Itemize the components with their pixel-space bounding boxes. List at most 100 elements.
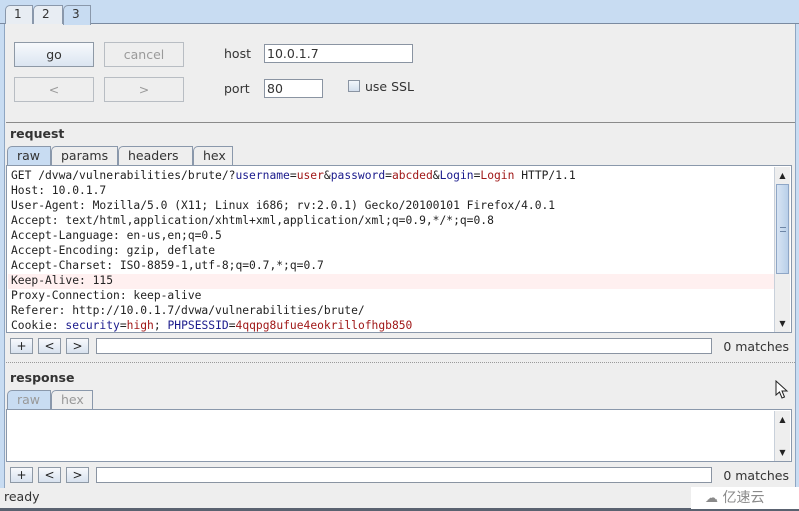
request-line: Accept: text/html,application/xhtml+xml,… — [11, 213, 576, 228]
watermark: ☁ 亿速云 — [691, 487, 799, 509]
request-search-add-button[interactable]: + — [10, 338, 33, 354]
response-search-add-button[interactable]: + — [10, 467, 33, 483]
request-heading: request — [10, 126, 65, 141]
window-tab-1[interactable]: 1 — [5, 5, 33, 24]
window-tab-2[interactable]: 2 — [33, 5, 63, 24]
line-text: Keep-Alive: 115 — [11, 274, 114, 287]
scroll-down-arrow-icon[interactable]: ▼ — [775, 446, 790, 460]
response-tab-raw[interactable]: raw — [7, 390, 51, 409]
param-name: PHPSESSID — [167, 319, 229, 332]
request-scrollbar[interactable]: ▲ ▼ — [774, 167, 790, 332]
line-text: = — [119, 319, 127, 332]
line-text: Proxy-Connection: keep-alive — [11, 289, 202, 302]
request-line: Proxy-Connection: keep-alive — [11, 288, 576, 303]
scroll-up-arrow-icon[interactable]: ▲ — [775, 169, 790, 183]
host-label: host — [224, 46, 251, 61]
scroll-up-arrow-icon[interactable]: ▲ — [775, 413, 790, 427]
watermark-text: 亿速云 — [722, 490, 765, 506]
window-tab-2-label: 2 — [42, 7, 50, 21]
request-tab-hex[interactable]: hex — [193, 146, 233, 165]
request-search-input[interactable] — [96, 338, 712, 354]
use-ssl-checkbox[interactable] — [348, 80, 360, 92]
param-value: 4qqpg8ufue4eokrillofhgb850 — [235, 319, 413, 332]
request-tab-headers-label: headers — [128, 148, 179, 163]
line-text: & — [323, 169, 331, 182]
scroll-thumb[interactable] — [776, 184, 789, 274]
cancel-button[interactable]: cancel — [104, 42, 184, 67]
back-button[interactable]: < — [14, 77, 94, 102]
request-line: Accept-Encoding: gzip, deflate — [11, 243, 576, 258]
line-text: Cookie: — [11, 319, 66, 332]
line-text: = — [385, 169, 392, 182]
request-search-next-button[interactable]: > — [66, 338, 89, 354]
left-border — [0, 24, 5, 488]
mouse-cursor-icon — [775, 380, 789, 399]
param-value: abcded — [391, 169, 433, 182]
request-tab-headers[interactable]: headers — [118, 146, 193, 165]
line-text: = — [228, 319, 236, 332]
line-text: & — [432, 169, 440, 182]
param-name: security — [65, 319, 120, 332]
request-raw-text: GET /dvwa/vulnerabilities/brute/?usernam… — [11, 168, 576, 332]
line-text: Accept-Encoding: gzip, deflate — [11, 244, 216, 257]
status-bar-text: ready — [4, 489, 40, 504]
response-text-area[interactable]: ▲ ▼ — [6, 409, 792, 462]
go-button[interactable]: go — [14, 42, 94, 67]
response-search-input[interactable] — [96, 467, 712, 483]
response-tab-hex[interactable]: hex — [51, 390, 93, 409]
port-input[interactable] — [264, 79, 323, 98]
scroll-grip-icon — [780, 227, 786, 232]
port-label: port — [224, 81, 250, 96]
param-name: username — [235, 169, 290, 182]
line-text: HTTP/1.1 — [514, 169, 576, 182]
request-tab-hex-label: hex — [203, 148, 226, 163]
split-pane-divider[interactable] — [6, 362, 795, 363]
right-border — [795, 24, 799, 488]
request-line: User-Agent: Mozilla/5.0 (X11; Linux i686… — [11, 198, 576, 213]
request-tab-raw-label: raw — [17, 148, 41, 163]
param-value: high — [126, 319, 154, 332]
line-text: Accept-Language: en-us,en;q=0.5 — [11, 229, 222, 242]
line-text: User-Agent: Mozilla/5.0 (X11; Linux i686… — [11, 199, 556, 212]
request-line: Cookie: security=high; PHPSESSID=4qqpg8u… — [11, 318, 576, 332]
response-search-next-button[interactable]: > — [66, 467, 89, 483]
request-search-prev-button[interactable]: < — [38, 338, 61, 354]
request-line: Referer: http://10.0.1.7/dvwa/vulnerabil… — [11, 303, 576, 318]
response-tab-hex-label: hex — [61, 392, 84, 407]
use-ssl-label: use SSL — [365, 79, 414, 94]
request-tab-params-label: params — [61, 148, 109, 163]
forward-button[interactable]: > — [104, 77, 184, 102]
request-line: GET /dvwa/vulnerabilities/brute/?usernam… — [11, 168, 576, 183]
request-line: Accept-Language: en-us,en;q=0.5 — [11, 228, 576, 243]
request-text-area[interactable]: GET /dvwa/vulnerabilities/brute/?usernam… — [6, 165, 792, 333]
host-input[interactable] — [264, 44, 413, 63]
response-tab-raw-label: raw — [17, 392, 41, 407]
response-scrollbar[interactable]: ▲ ▼ — [774, 411, 790, 461]
request-line: Keep-Alive: 115 — [11, 273, 576, 288]
window-tab-bar: 1 2 3 — [0, 0, 799, 25]
line-text: Accept-Charset: ISO-8859-1,utf-8;q=0.7,*… — [11, 259, 324, 272]
window-tab-3-label: 3 — [72, 7, 80, 21]
window-tab-1-label: 1 — [14, 7, 22, 21]
request-tab-raw[interactable]: raw — [7, 146, 51, 165]
param-name: password — [330, 169, 386, 182]
request-line: Accept-Charset: ISO-8859-1,utf-8;q=0.7,*… — [11, 258, 576, 273]
line-text: ; — [153, 319, 168, 332]
line-text: GET /dvwa/vulnerabilities/brute/? — [11, 169, 236, 182]
window-tab-3[interactable]: 3 — [63, 5, 91, 25]
param-value: Login — [480, 169, 515, 182]
line-text: = — [289, 169, 297, 182]
line-text: Referer: http://10.0.1.7/dvwa/vulnerabil… — [11, 304, 365, 317]
param-name: Login — [439, 169, 474, 182]
param-value: user — [296, 169, 324, 182]
control-panel-divider — [6, 122, 795, 123]
request-tab-params[interactable]: params — [51, 146, 118, 165]
scroll-down-arrow-icon[interactable]: ▼ — [775, 317, 790, 331]
response-match-count: 0 matches — [723, 468, 789, 483]
cloud-logo-icon: ☁ — [705, 491, 718, 506]
response-search-prev-button[interactable]: < — [38, 467, 61, 483]
request-line: Host: 10.0.1.7 — [11, 183, 576, 198]
request-match-count: 0 matches — [723, 339, 789, 354]
response-heading: response — [10, 370, 75, 385]
line-text: Accept: text/html,application/xhtml+xml,… — [11, 214, 494, 227]
